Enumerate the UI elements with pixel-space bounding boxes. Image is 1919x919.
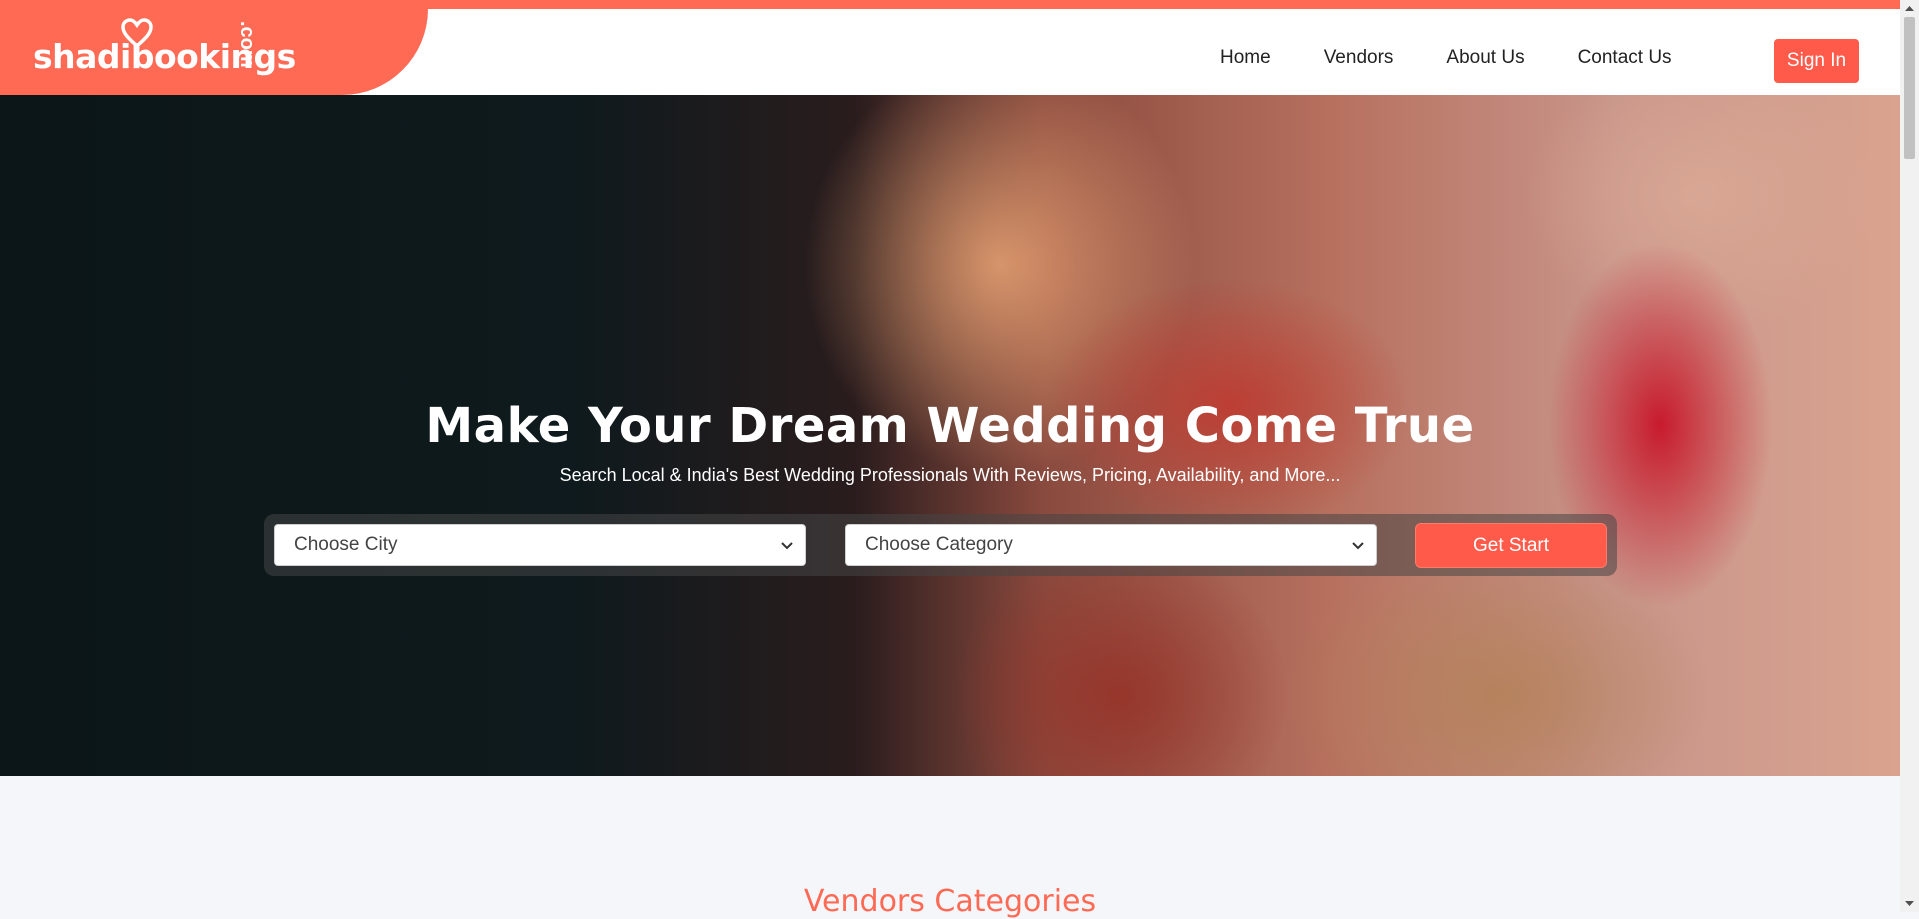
vendors-categories-heading: Vendors Categories (803, 884, 1097, 919)
category-select[interactable]: Choose Category (845, 524, 1377, 566)
hero-title: Make Your Dream Wedding Come True (425, 398, 1475, 454)
nav-about-us[interactable]: About Us (1446, 47, 1524, 69)
main-nav: Home Vendors About Us Contact Us (1220, 47, 1725, 69)
category-select-value: Choose Category (865, 534, 1013, 555)
logo-suffix: .com (236, 21, 258, 68)
city-select-value: Choose City (294, 534, 398, 555)
nav-vendors[interactable]: Vendors (1324, 47, 1394, 69)
sign-in-button[interactable]: Sign In (1774, 39, 1859, 83)
site-header: shadibookings .com Home Vendors About Us… (0, 9, 1900, 95)
page-scrollbar[interactable] (1900, 0, 1919, 912)
scrollbar-thumb[interactable] (1904, 17, 1915, 159)
hero-banner: Make Your Dream Wedding Come True Search… (0, 95, 1900, 776)
chevron-down-icon (1352, 542, 1364, 550)
nav-contact-us[interactable]: Contact Us (1578, 47, 1672, 69)
chevron-down-icon (781, 542, 793, 550)
scroll-up-arrow-icon[interactable] (1905, 4, 1914, 13)
nav-home[interactable]: Home (1220, 47, 1271, 69)
scroll-down-arrow-icon[interactable] (1905, 899, 1914, 908)
hero-subtitle: Search Local & India's Best Wedding Prof… (559, 465, 1341, 485)
logo[interactable]: shadibookings .com (0, 9, 428, 95)
city-select[interactable]: Choose City (274, 524, 806, 566)
get-start-button[interactable]: Get Start (1415, 523, 1607, 568)
search-bar: Choose City Choose Category Get Start (264, 514, 1617, 576)
top-accent-strip (0, 0, 1900, 9)
